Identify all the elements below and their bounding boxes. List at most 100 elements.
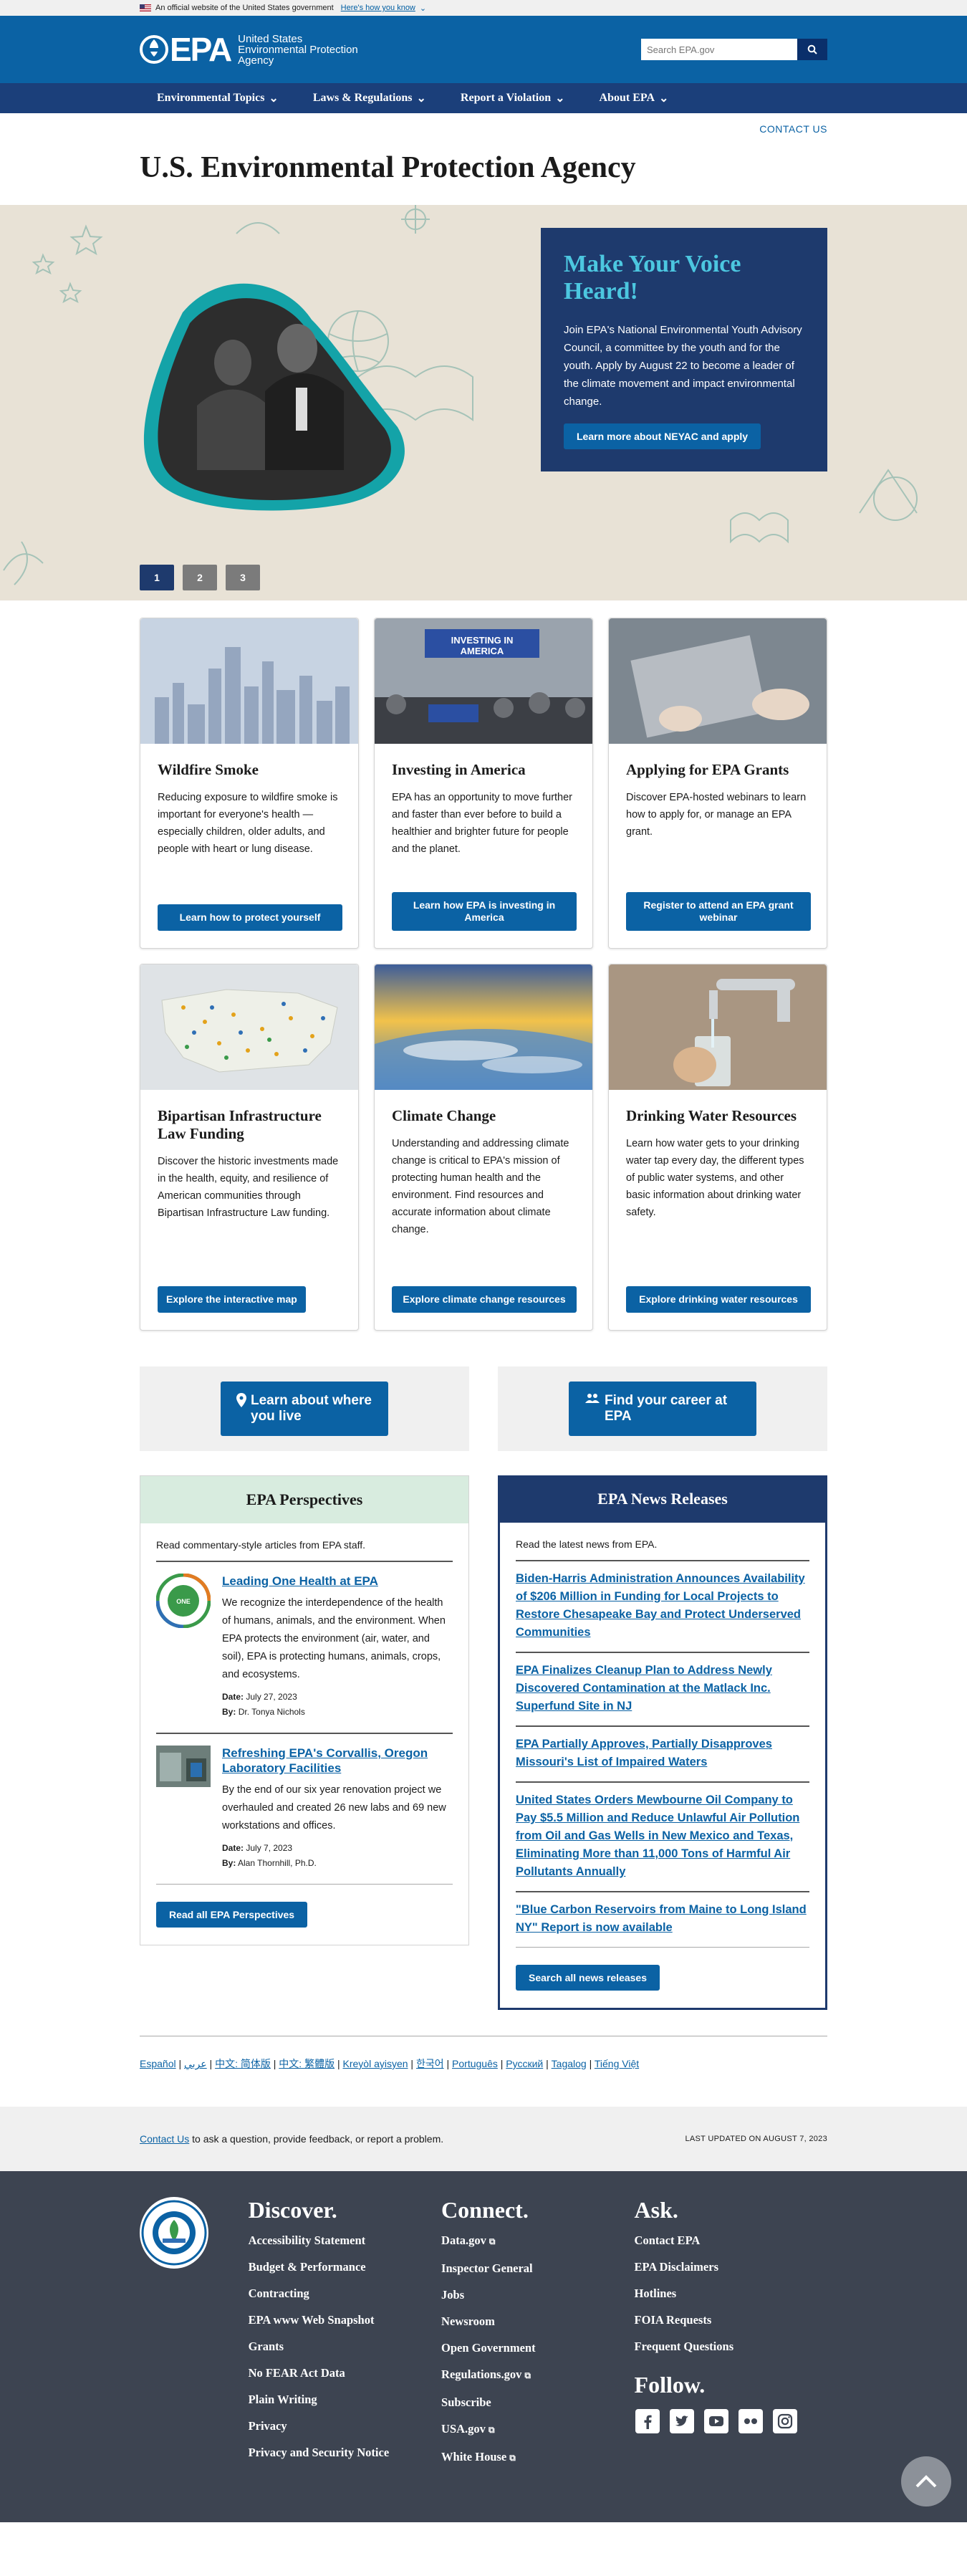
site-header: EPA United States Environmental Protecti… <box>0 16 967 83</box>
epa-logo[interactable]: EPA United States Environmental Protecti… <box>140 30 358 69</box>
protect-yourself-button[interactable]: Learn how to protect yourself <box>158 904 342 931</box>
news-release-link[interactable]: Biden-Harris Administration Announces Av… <box>516 1572 805 1639</box>
facebook-icon[interactable] <box>635 2408 660 2434</box>
lang-link[interactable]: 中文: 繁體版 <box>279 2058 335 2069</box>
lab-facility-image <box>156 1746 211 1871</box>
read-all-perspectives-button[interactable]: Read all EPA Perspectives <box>156 1902 308 1928</box>
instagram-icon[interactable] <box>772 2408 798 2434</box>
drinking-water-button[interactable]: Explore drinking water resources <box>626 1286 811 1313</box>
back-to-top-button[interactable] <box>901 2456 951 2506</box>
where-you-live-button[interactable]: Learn about where you live <box>221 1382 388 1436</box>
footer-link[interactable]: Subscribe <box>441 2395 634 2409</box>
footer-link[interactable]: Contact EPA <box>635 2233 827 2247</box>
lang-link[interactable]: Kreyòl ayisyen <box>343 2058 408 2069</box>
career-box: Find your career at EPA <box>498 1366 827 1451</box>
footer-link[interactable]: USA.gov ⧉ <box>441 2422 634 2437</box>
card-title: Investing in America <box>392 761 526 778</box>
perspective-link[interactable]: Leading One Health at EPA <box>222 1574 378 1588</box>
lang-link[interactable]: Tiếng Việt <box>595 2058 639 2069</box>
news-release-link[interactable]: EPA Finalizes Cleanup Plan to Address Ne… <box>516 1664 772 1713</box>
nav-laws-regulations[interactable]: Laws & Regulations ⌄ <box>296 91 443 105</box>
chevron-up-icon <box>915 2475 937 2488</box>
card-epa-grants: Applying for EPA Grants Discover EPA-hos… <box>608 618 827 949</box>
footer-link[interactable]: Plain Writing <box>249 2393 441 2406</box>
flickr-icon[interactable] <box>738 2408 764 2434</box>
news-release-link[interactable]: "Blue Carbon Reservoirs from Maine to Lo… <box>516 1903 807 1934</box>
search-form <box>641 39 827 60</box>
quick-links: Learn about where you live Find your car… <box>140 1366 827 1451</box>
lang-link[interactable]: Español <box>140 2058 176 2069</box>
lang-link[interactable]: Tagalog <box>552 2058 587 2069</box>
external-link-icon: ⧉ <box>488 2425 495 2435</box>
footer-link[interactable]: Privacy <box>249 2419 441 2433</box>
footer-link[interactable]: Data.gov ⧉ <box>441 2233 634 2249</box>
map-marker-icon <box>236 1393 246 1407</box>
chevron-down-icon: ⌄ <box>555 92 565 105</box>
search-news-button[interactable]: Search all news releases <box>516 1965 660 1991</box>
list-item: ONE Leading One Health at EPA We recogni… <box>155 1561 453 1733</box>
chevron-down-icon: ⌄ <box>416 92 426 105</box>
external-link-icon: ⧉ <box>489 2236 496 2246</box>
investing-button[interactable]: Learn how EPA is investing in America <box>392 892 577 931</box>
lang-link[interactable]: Português <box>452 2058 498 2069</box>
nav-report-violation[interactable]: Report a Violation ⌄ <box>443 91 582 105</box>
news-release-link[interactable]: United States Orders Mewbourne Oil Compa… <box>516 1794 799 1878</box>
nav-about-epa[interactable]: About EPA ⌄ <box>582 91 686 105</box>
perspective-link[interactable]: Refreshing EPA's Corvallis, Oregon Labor… <box>222 1746 428 1775</box>
contact-us-footer-link[interactable]: Contact Us <box>140 2133 189 2145</box>
perspective-summary: By the end of our six year renovation pr… <box>222 1784 446 1832</box>
footer-link[interactable]: Open Government <box>441 2341 634 2355</box>
lang-link[interactable]: Русский <box>506 2058 543 2069</box>
chevron-down-icon: ⌄ <box>269 92 279 105</box>
contact-text: Contact Us to ask a question, provide fe… <box>140 2133 444 2145</box>
footer-link[interactable]: No FEAR Act Data <box>249 2366 441 2380</box>
footer-link[interactable]: Contracting <box>249 2287 441 2300</box>
footer-link[interactable]: Frequent Questions <box>635 2340 827 2353</box>
list-item: United States Orders Mewbourne Oil Compa… <box>516 1781 809 1891</box>
search-button[interactable] <box>797 39 827 60</box>
footer-link[interactable]: FOIA Requests <box>635 2313 827 2327</box>
climate-resources-button[interactable]: Explore climate change resources <box>392 1286 577 1313</box>
footer-link[interactable]: Inspector General <box>441 2261 634 2275</box>
lang-link[interactable]: 한국어 <box>416 2058 444 2069</box>
search-input[interactable] <box>641 39 797 60</box>
contact-us-link[interactable]: CONTACT US <box>759 123 827 135</box>
footer-link[interactable]: Jobs <box>441 2288 634 2302</box>
youtube-icon[interactable] <box>703 2408 729 2434</box>
footer-link[interactable]: Regulations.gov ⧉ <box>441 2367 634 2383</box>
lang-link[interactable]: 中文: 简体版 <box>215 2058 271 2069</box>
footer-link[interactable]: Accessibility Statement <box>249 2233 441 2247</box>
carousel-dot-3[interactable]: 3 <box>226 565 260 590</box>
hero-text: Join EPA's National Environmental Youth … <box>564 324 802 408</box>
lang-link[interactable]: عربي <box>184 2058 207 2069</box>
footer-link[interactable]: White House ⧉ <box>441 2450 634 2465</box>
career-button[interactable]: Find your career at EPA <box>569 1382 756 1436</box>
neyac-apply-button[interactable]: Learn more about NEYAC and apply <box>564 423 761 449</box>
heres-how-you-know-link[interactable]: Here's how you know <box>341 4 415 12</box>
card-text: Understanding and addressing climate cha… <box>392 1138 569 1235</box>
nav-environmental-topics[interactable]: Environmental Topics ⌄ <box>140 91 296 105</box>
perspective-summary: We recognize the interdependence of the … <box>222 1597 446 1680</box>
grant-webinar-button[interactable]: Register to attend an EPA grant webinar <box>626 892 811 931</box>
footer-link[interactable]: EPA www Web Snapshot <box>249 2313 441 2327</box>
gov-banner-text: An official website of the United States… <box>155 4 334 12</box>
earth-horizon-image <box>375 964 592 1090</box>
interactive-map-button[interactable]: Explore the interactive map <box>158 1286 306 1313</box>
footer-link[interactable]: Privacy and Security Notice <box>249 2446 392 2459</box>
footer-link[interactable]: Newsroom <box>441 2314 634 2328</box>
card-title: Applying for EPA Grants <box>626 761 789 778</box>
news-release-link[interactable]: EPA Partially Approves, Partially Disapp… <box>516 1738 772 1768</box>
svg-text:INVESTING IN: INVESTING IN <box>451 635 514 646</box>
external-link-icon: ⧉ <box>509 2453 516 2463</box>
footer-link[interactable]: Hotlines <box>635 2287 827 2300</box>
twitter-icon[interactable] <box>669 2408 695 2434</box>
footer-link[interactable]: Budget & Performance <box>249 2260 441 2274</box>
perspectives-panel: EPA Perspectives Read commentary-style a… <box>140 1475 469 1945</box>
carousel-dot-2[interactable]: 2 <box>183 565 217 590</box>
footer-link[interactable]: Grants <box>249 2340 441 2353</box>
carousel-dot-1[interactable]: 1 <box>140 565 174 590</box>
list-item: EPA Finalizes Cleanup Plan to Address Ne… <box>516 1652 809 1725</box>
svg-text:AMERICA: AMERICA <box>461 646 504 656</box>
footer-link[interactable]: EPA Disclaimers <box>635 2260 827 2274</box>
page-title: U.S. Environmental Protection Agency <box>140 151 636 184</box>
